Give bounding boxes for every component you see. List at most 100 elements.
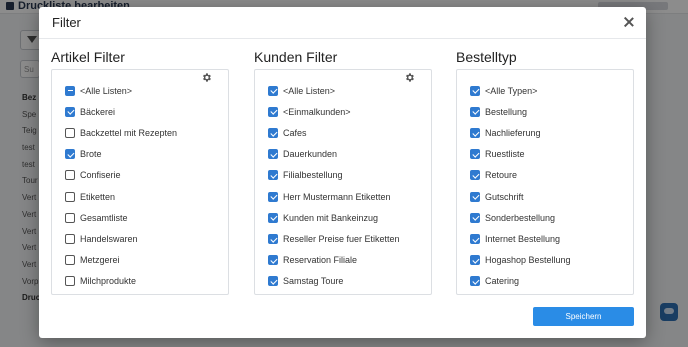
filter-option[interactable]: Gutschrift	[457, 186, 633, 207]
filter-checkbox[interactable]	[268, 255, 278, 266]
filter-option-label: Retoure	[485, 170, 518, 181]
filter-checkbox[interactable]	[268, 276, 278, 287]
filter-checkbox[interactable]	[470, 127, 480, 138]
filter-option[interactable]: Samstag Toure	[255, 271, 431, 292]
filter-checkbox[interactable]	[268, 233, 278, 244]
filter-option-label: Ruestliste	[485, 149, 525, 160]
filter-checkbox[interactable]	[65, 255, 75, 266]
filter-checkbox[interactable]	[470, 170, 480, 181]
column-title: Artikel Filter	[51, 49, 125, 65]
filter-option[interactable]: Backzettel mit Rezepten	[52, 122, 228, 143]
filter-checkbox[interactable]	[470, 233, 480, 244]
filter-option-label: Samstag Toure	[283, 276, 344, 287]
filter-option[interactable]: Brote	[52, 144, 228, 165]
filter-checkbox[interactable]	[268, 106, 278, 117]
filter-option-label: Bäckerei	[80, 106, 116, 117]
filter-option-label: Metzgerei	[80, 255, 120, 266]
filter-option-label: Dauerkunden	[283, 149, 338, 160]
filter-option[interactable]: Milchprodukte	[52, 271, 228, 292]
filter-option-label: Handelswaren	[80, 233, 138, 244]
dialog-title: Filter	[52, 15, 81, 30]
filter-checkbox[interactable]	[268, 85, 278, 96]
filter-checkbox[interactable]	[470, 276, 480, 287]
filter-option[interactable]: <Alle Listen>	[52, 80, 228, 101]
filter-option[interactable]: Etiketten	[52, 186, 228, 207]
column-title: Bestelltyp	[456, 49, 517, 65]
filter-option[interactable]: Confiserie	[52, 165, 228, 186]
filter-option-label: Confiserie	[80, 170, 121, 181]
column-title: Kunden Filter	[254, 49, 338, 65]
filter-checkbox[interactable]	[268, 149, 278, 160]
filter-dialog: Filter Artikel Filter <Alle Listen> Bäcke…	[39, 7, 646, 338]
filter-checkbox[interactable]	[470, 106, 480, 117]
filter-option[interactable]: Reservation Filiale	[255, 250, 431, 271]
artikel-filter-column: Artikel Filter <Alle Listen> Bäckerei Back…	[51, 48, 229, 295]
filter-option[interactable]: Handelswaren	[52, 228, 228, 249]
filter-option[interactable]: <Alle Typen>	[457, 80, 633, 101]
filter-option-label: Sonderbestellung	[485, 212, 556, 223]
filter-option-label: Gutschrift	[485, 191, 524, 202]
filter-checkbox[interactable]	[470, 85, 480, 96]
filter-option[interactable]: Bestellung	[457, 101, 633, 122]
filter-option[interactable]: Cafes	[255, 122, 431, 143]
filter-option-label: <Alle Listen>	[283, 85, 336, 96]
filter-option[interactable]: Herr Mustermann Etiketten	[255, 186, 431, 207]
filter-checkbox[interactable]	[65, 191, 75, 202]
filter-option[interactable]: <Einmalkunden>	[255, 101, 431, 122]
filter-option-label: Reseller Preise fuer Etiketten	[283, 233, 400, 244]
filter-option-label: Herr Mustermann Etiketten	[283, 191, 391, 202]
filter-checkbox[interactable]	[65, 212, 75, 223]
filter-option-label: Hogashop Bestellung	[485, 255, 571, 266]
filter-checkbox[interactable]	[65, 170, 75, 181]
filter-checkbox[interactable]	[268, 191, 278, 202]
filter-option-label: Milchprodukte	[80, 276, 137, 287]
filter-checkbox[interactable]	[470, 191, 480, 202]
filter-checkbox[interactable]	[65, 276, 75, 287]
filter-checkbox[interactable]	[470, 255, 480, 266]
filter-option-label: Filialbestellung	[283, 170, 343, 181]
artikel-filter-list: <Alle Listen> Bäckerei Backzettel mit Reze…	[51, 69, 229, 295]
filter-option-label: Catering	[485, 276, 520, 287]
filter-option-label: Etiketten	[80, 191, 116, 202]
filter-option[interactable]: Reseller Preise fuer Etiketten	[255, 228, 431, 249]
filter-option[interactable]: Gesamtliste	[52, 207, 228, 228]
filter-option-label: <Einmalkunden>	[283, 106, 351, 117]
filter-checkbox[interactable]	[65, 85, 75, 96]
filter-option[interactable]: Sonderbestellung	[457, 207, 633, 228]
filter-checkbox[interactable]	[470, 212, 480, 223]
filter-option[interactable]: Catering	[457, 271, 633, 292]
filter-checkbox[interactable]	[65, 127, 75, 138]
filter-option-label: Backzettel mit Rezepten	[80, 127, 178, 138]
filter-checkbox[interactable]	[65, 149, 75, 160]
kunden-filter-list: <Alle Listen> <Einmalkunden> Cafes Dauerkun…	[254, 69, 432, 295]
filter-option[interactable]: Retoure	[457, 165, 633, 186]
close-icon[interactable]	[621, 14, 637, 30]
kunden-filter-column: Kunden Filter <Alle Listen> <Einmalkunden…	[254, 48, 432, 295]
save-button[interactable]: Speichern	[533, 307, 634, 326]
filter-option[interactable]: Ruestliste	[457, 144, 633, 165]
filter-option[interactable]: Bäckerei	[52, 101, 228, 122]
filter-option[interactable]: Dauerkunden	[255, 144, 431, 165]
filter-checkbox[interactable]	[268, 170, 278, 181]
filter-option-label: Kunden mit Bankeinzug	[283, 212, 379, 223]
filter-checkbox[interactable]	[268, 127, 278, 138]
filter-option-label: Brote	[80, 149, 102, 160]
filter-option-label: Bestellung	[485, 106, 528, 117]
filter-option[interactable]: Internet Bestellung	[457, 228, 633, 249]
filter-checkbox[interactable]	[65, 233, 75, 244]
filter-option[interactable]: Metzgerei	[52, 250, 228, 271]
bestelltyp-list: <Alle Typen> Bestellung Nachlieferung Ruest…	[456, 69, 634, 295]
filter-checkbox[interactable]	[268, 212, 278, 223]
filter-option[interactable]: <Alle Listen>	[255, 80, 431, 101]
filter-checkbox[interactable]	[65, 106, 75, 117]
filter-option-label: Reservation Filiale	[283, 255, 358, 266]
filter-option-label: Cafes	[283, 127, 307, 138]
filter-checkbox[interactable]	[470, 149, 480, 160]
filter-option[interactable]: Kunden mit Bankeinzug	[255, 207, 431, 228]
filter-option[interactable]: Nachlieferung	[457, 122, 633, 143]
filter-option[interactable]: Filialbestellung	[255, 165, 431, 186]
filter-option-label: Nachlieferung	[485, 127, 541, 138]
filter-option[interactable]: Hogashop Bestellung	[457, 250, 633, 271]
filter-option-label: <Alle Typen>	[485, 85, 538, 96]
filter-option-label: <Alle Listen>	[80, 85, 133, 96]
